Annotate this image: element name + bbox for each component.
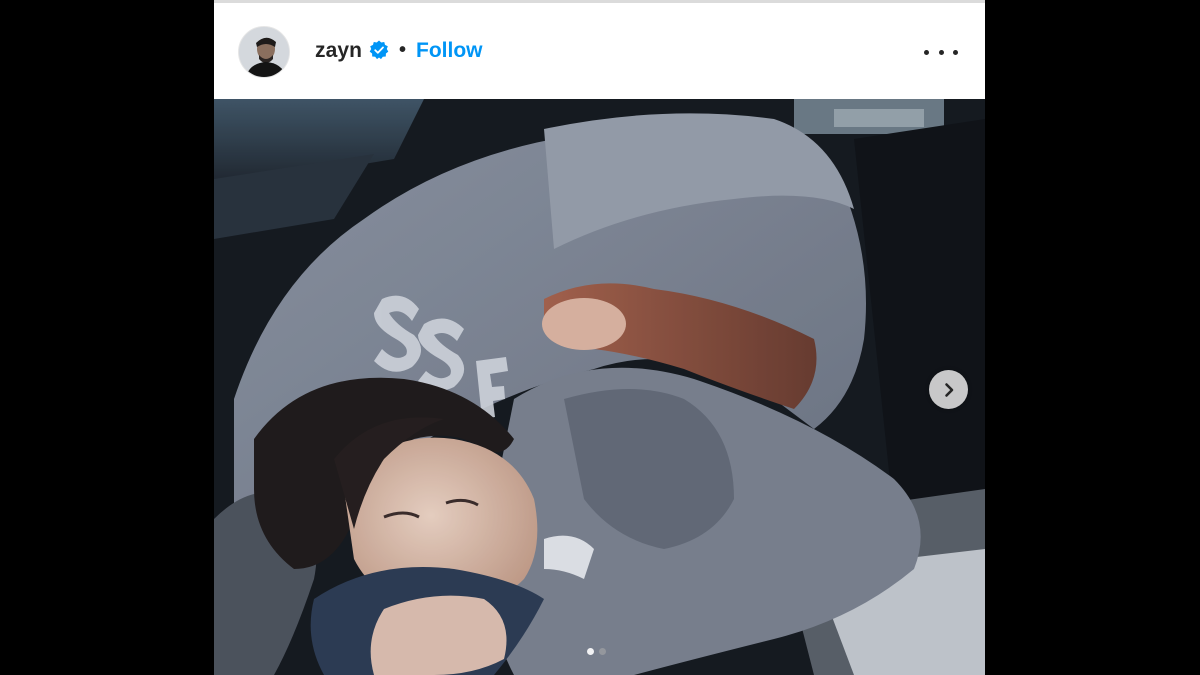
- avatar-image: [239, 27, 289, 77]
- photo-image: [214, 99, 985, 675]
- more-dot: [938, 49, 944, 55]
- carousel-dot: [599, 648, 606, 655]
- follow-button[interactable]: Follow: [416, 39, 483, 63]
- more-dot: [953, 49, 958, 55]
- more-dot: [924, 49, 929, 55]
- profile-avatar[interactable]: [238, 26, 290, 78]
- more-options-icon[interactable]: [924, 41, 958, 63]
- carousel-dot-active: [587, 648, 594, 655]
- post-header: zayn • Follow: [214, 3, 985, 99]
- chevron-right-icon: [944, 382, 953, 397]
- username[interactable]: zayn: [315, 39, 362, 63]
- post-photo[interactable]: [214, 99, 985, 675]
- screen: zayn • Follow: [0, 0, 1200, 675]
- instagram-post: zayn • Follow: [214, 0, 985, 675]
- separator-dot: •: [399, 39, 407, 61]
- carousel-indicator: [587, 648, 606, 655]
- verified-badge-icon: [369, 40, 389, 60]
- carousel-next-button[interactable]: [929, 370, 968, 409]
